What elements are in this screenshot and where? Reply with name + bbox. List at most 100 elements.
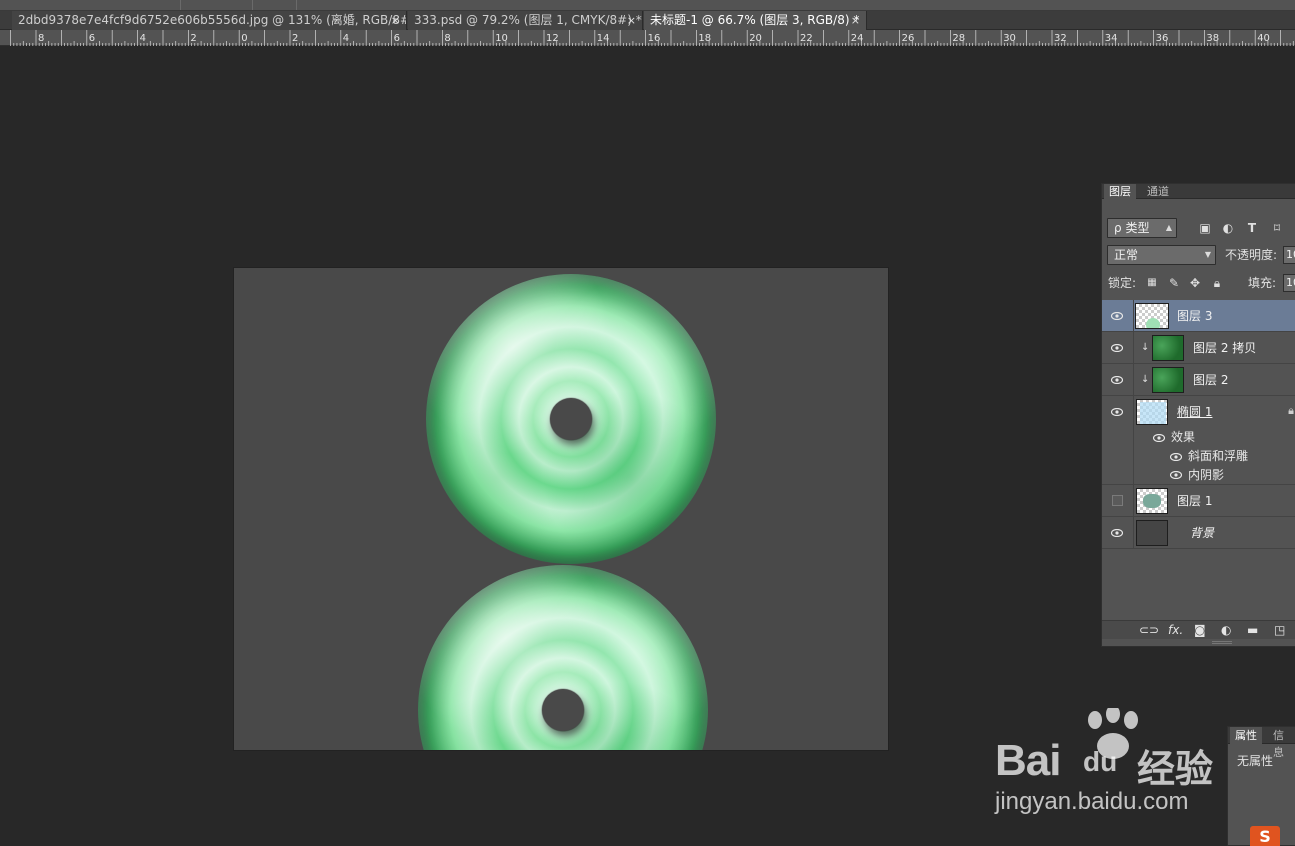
eye-icon[interactable] [1111,529,1123,537]
document-tab-3[interactable]: 未标题-1 @ 66.7% (图层 3, RGB/8) * × [644,11,867,30]
ruler-label: 2 [292,33,298,44]
clipping-arrow-icon: ↓ [1141,342,1150,353]
shape-filter-icon[interactable]: ⌑ [1270,221,1284,235]
adjustment-icon[interactable]: ◐ [1221,623,1231,637]
lock-all-icon[interactable]: 🔒︎ [1210,276,1224,290]
thumbnail-shape [1140,402,1166,424]
link-icon[interactable]: ⊂⊃ [1139,623,1159,637]
jade-disc-top-hole [550,398,592,440]
watermark-brand: Bai [995,736,1061,785]
layer-row[interactable]: ↓ 图层 2 拷贝 [1102,332,1295,364]
close-icon[interactable]: × [851,11,860,30]
layer-row[interactable]: 图层 3 [1102,300,1295,332]
tab-title: 333.psd @ 79.2% (图层 1, CMYK/8#) * [414,13,642,27]
ruler-ticks: 8 6 4 2 0 2 4 6 8 10 12 14 16 18 20 22 24 26 28 30 32 34 36 38 4… [10,30,1294,46]
baidu-jingyan-watermark: Bai du 经验 jingyan.baidu.com [995,708,1235,823]
horizontal-ruler[interactable]: 8 6 4 2 0 2 4 6 8 10 12 14 16 18 20 22 24 26 28 30 32 34 36 38 4… [0,30,1295,46]
search-icon: ρ [1114,221,1122,235]
ruler-label: 26 [902,33,915,44]
eye-icon[interactable] [1170,471,1182,479]
tab-layers[interactable]: 图层 [1104,184,1136,199]
adjustment-filter-icon[interactable]: ◐ [1221,221,1235,235]
thumbnail-disc [1146,318,1160,328]
type-filter-icon[interactable]: T [1245,221,1259,235]
layer-filter-select[interactable]: ρ 类型 ▲ [1107,218,1177,238]
tab-info[interactable]: 信息 [1268,727,1295,759]
ruler-label: 18 [698,33,711,44]
separator [1133,364,1134,395]
sogou-logo-icon: S [1250,826,1280,846]
ruler-label: 38 [1206,33,1219,44]
eye-icon[interactable] [1111,408,1123,416]
opacity-label: 不透明度: [1225,248,1278,262]
layer-name[interactable]: 椭圆 1 [1177,404,1212,420]
layers-panel-tabs: 图层 通道 [1102,184,1295,199]
mask-icon[interactable]: ◙ [1194,623,1206,637]
eye-icon[interactable] [1170,453,1182,461]
ruler-label: 30 [1003,33,1016,44]
fill-input[interactable]: 10 [1283,274,1295,292]
chevron-updown-icon: ▲ [1165,223,1172,232]
layer-name[interactable]: 背景 [1190,525,1214,541]
chevron-updown-icon: ▼ [1204,250,1211,259]
new-layer-icon[interactable]: ◳ [1274,623,1285,637]
clipping-arrow-icon: ↓ [1141,374,1150,385]
ruler-label: 0 [241,33,247,44]
opacity-input[interactable]: 10 [1283,246,1295,264]
lock-transparency-icon[interactable]: ▦ [1145,276,1159,290]
filter-kind-label: 类型 [1125,221,1150,235]
properties-panel-tabs: 属性 信息 [1228,727,1295,759]
folder-icon[interactable]: ▬ [1247,623,1258,637]
ruler-label: 16 [648,33,661,44]
ruler-label: 40 [1257,33,1270,44]
layers-panel: 图层 通道 ρ 类型 ▲ ▣ ◐ T ⌑ 正常 ▼ 不透明度: 10 锁定: ▦… [1101,183,1295,647]
fill-label: 填充: [1248,276,1277,290]
ruler-label: 6 [394,33,400,44]
fx-icon[interactable]: fx. [1168,623,1183,637]
eye-icon[interactable] [1153,434,1165,442]
ruler-label: 8 [38,33,44,44]
layer-row[interactable]: 背景 [1102,517,1295,549]
effect-bevel-emboss[interactable]: 斜面和浮雕 [1188,448,1248,464]
watermark-url: jingyan.baidu.com [995,788,1189,815]
panel-resize-grip[interactable] [1212,641,1232,644]
eye-icon[interactable] [1111,344,1123,352]
ruler-label: 32 [1054,33,1067,44]
effects-label[interactable]: 效果 [1171,429,1195,445]
ruler-label: 14 [597,33,610,44]
layer-lock-icon: 🔒︎ [1288,404,1294,417]
lock-label: 锁定: [1108,276,1137,290]
layer-row[interactable]: ↓ 图层 2 [1102,364,1295,396]
eye-icon[interactable] [1111,376,1123,384]
eye-icon[interactable] [1111,312,1123,320]
thumbnail-image [1143,494,1161,508]
options-bar-strip [0,0,1295,11]
close-icon[interactable]: × [391,11,400,30]
close-icon[interactable]: × [627,11,636,30]
layer-name[interactable]: 图层 1 [1177,493,1212,509]
layer-thumbnail [1152,335,1184,361]
blend-mode-select[interactable]: 正常 ▼ [1107,245,1216,265]
layer-name[interactable]: 图层 2 拷贝 [1193,340,1256,356]
effect-inner-shadow[interactable]: 内阴影 [1188,467,1224,483]
layer-row[interactable]: 图层 1 [1102,485,1295,517]
jade-disc-bottom-hole [542,689,584,731]
ruler-label: 34 [1105,33,1118,44]
document-tab-1[interactable]: 2dbd9378e7e4fcf9d6752e606b5556d.jpg @ 13… [12,11,407,30]
document-canvas[interactable] [234,268,888,750]
document-tab-2[interactable]: 333.psd @ 79.2% (图层 1, CMYK/8#) * × [408,11,643,30]
properties-empty-text: 无属性 [1237,754,1274,768]
layer-thumbnail [1152,367,1184,393]
ruler-label: 20 [749,33,762,44]
lock-brush-icon[interactable]: ✎ [1167,276,1181,290]
visibility-toggle-off[interactable] [1112,495,1123,506]
ruler-label: 4 [140,33,146,44]
layer-name[interactable]: 图层 3 [1177,308,1212,324]
layer-name[interactable]: 图层 2 [1193,372,1228,388]
layer-row-with-effects[interactable]: 椭圆 1 🔒︎ 效果 斜面和浮雕 内阴影 [1102,396,1295,485]
tab-channels[interactable]: 通道 [1142,184,1174,199]
ruler-label: 4 [343,33,349,44]
image-filter-icon[interactable]: ▣ [1198,221,1212,235]
lock-move-icon[interactable]: ✥ [1188,276,1202,290]
separator [1133,300,1134,331]
